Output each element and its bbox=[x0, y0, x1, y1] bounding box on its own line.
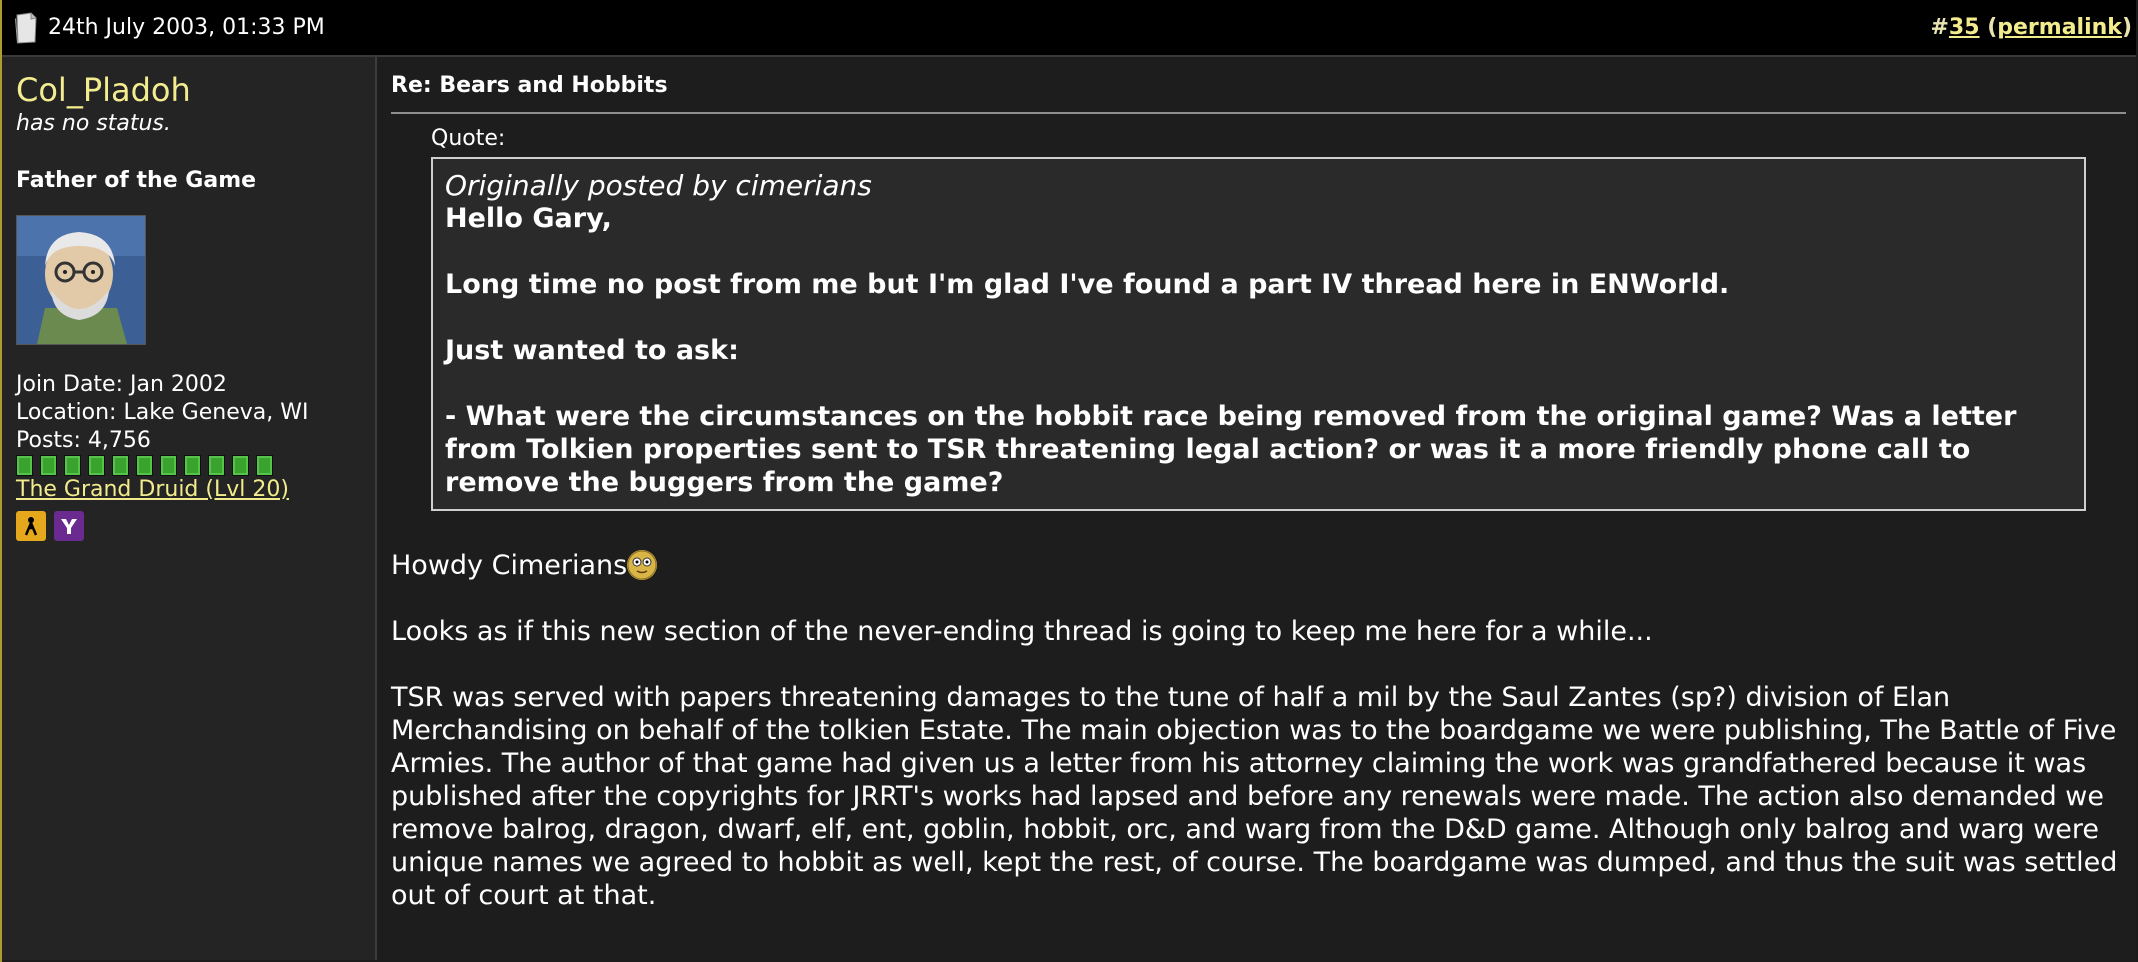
location: Location: Lake Geneva, WI bbox=[16, 400, 309, 425]
quote-paragraph: Just wanted to ask: bbox=[445, 335, 739, 366]
reputation-pip-icon bbox=[232, 455, 249, 476]
reputation-pip-icon bbox=[208, 455, 225, 476]
message-paragraph: TSR was served with papers threatening d… bbox=[391, 682, 2118, 911]
permalink-close: ) bbox=[2121, 15, 2132, 40]
post-body: Col_Pladoh has no status. Father of the … bbox=[2, 57, 2136, 960]
quote-text: Hello Gary, Long time no post from me bu… bbox=[445, 202, 2072, 499]
yahoo-icon[interactable] bbox=[54, 511, 84, 541]
user-sidebar: Col_Pladoh has no status. Father of the … bbox=[2, 57, 377, 960]
reputation-pip-icon bbox=[160, 455, 177, 476]
post-number-area: #35 (permalink) bbox=[1930, 15, 2132, 40]
reputation-pip-icon bbox=[40, 455, 57, 476]
reputation-pip-icon bbox=[184, 455, 201, 476]
quote-paragraph: Long time no post from me but I'm glad I… bbox=[445, 269, 1730, 300]
forum-post: 24th July 2003, 01:33 PM #35 (permalink)… bbox=[0, 0, 2136, 962]
post-title: Re: Bears and Hobbits bbox=[391, 73, 2126, 114]
reputation-pip-icon bbox=[256, 455, 273, 476]
post-number-link[interactable]: 35 bbox=[1949, 15, 1980, 40]
user-info: Join Date: Jan 2002 Location: Lake Genev… bbox=[16, 371, 361, 541]
post-message: Howdy Cimerians Looks as if this new sec… bbox=[391, 549, 2126, 912]
message-paragraph: Looks as if this new section of the neve… bbox=[391, 616, 1653, 647]
aim-icon[interactable] bbox=[16, 511, 46, 541]
quote-paragraph: - What were the circumstances on the hob… bbox=[445, 401, 2017, 498]
reputation-row: The Grand Druid (Lvl 20) bbox=[16, 455, 361, 503]
reputation-pip-icon bbox=[112, 455, 129, 476]
avatar bbox=[16, 215, 146, 345]
message-greeting-line: Howdy Cimerians bbox=[391, 549, 2126, 582]
quote-paragraph: Hello Gary, bbox=[445, 203, 612, 234]
rank-link[interactable]: The Grand Druid (Lvl 20) bbox=[16, 476, 289, 503]
permalink-link[interactable]: permalink bbox=[1997, 15, 2122, 40]
reputation-pip-icon bbox=[64, 455, 81, 476]
im-icons bbox=[16, 511, 361, 541]
post-count: Posts: 4,756 bbox=[16, 428, 151, 453]
reputation-pip-icon bbox=[136, 455, 153, 476]
post-header: 24th July 2003, 01:33 PM #35 (permalink) bbox=[2, 0, 2136, 57]
username-link[interactable]: Col_Pladoh bbox=[16, 71, 361, 109]
post-date: 24th July 2003, 01:33 PM bbox=[48, 15, 325, 40]
post-number-prefix: # bbox=[1930, 15, 1949, 40]
quote-box: Originally posted by cimerians Hello Gar… bbox=[431, 157, 2086, 511]
user-title: Father of the Game bbox=[16, 168, 257, 193]
smilie-icon bbox=[627, 550, 658, 580]
message-greeting: Howdy Cimerians bbox=[391, 550, 628, 581]
reputation-pip-icon bbox=[88, 455, 105, 476]
post-date-area: 24th July 2003, 01:33 PM bbox=[14, 11, 325, 44]
quote-block: Quote: Originally posted by cimerians He… bbox=[431, 126, 2126, 511]
user-status: has no status. bbox=[16, 111, 171, 136]
quote-label: Quote: bbox=[431, 126, 506, 151]
join-date: Join Date: Jan 2002 bbox=[16, 372, 227, 397]
post-content: Re: Bears and Hobbits Quote: Originally … bbox=[377, 57, 2136, 960]
permalink-open: ( bbox=[1979, 15, 1998, 40]
quote-author: Originally posted by cimerians bbox=[445, 169, 872, 202]
reputation-pip-icon bbox=[16, 455, 33, 476]
post-icon bbox=[14, 11, 38, 44]
